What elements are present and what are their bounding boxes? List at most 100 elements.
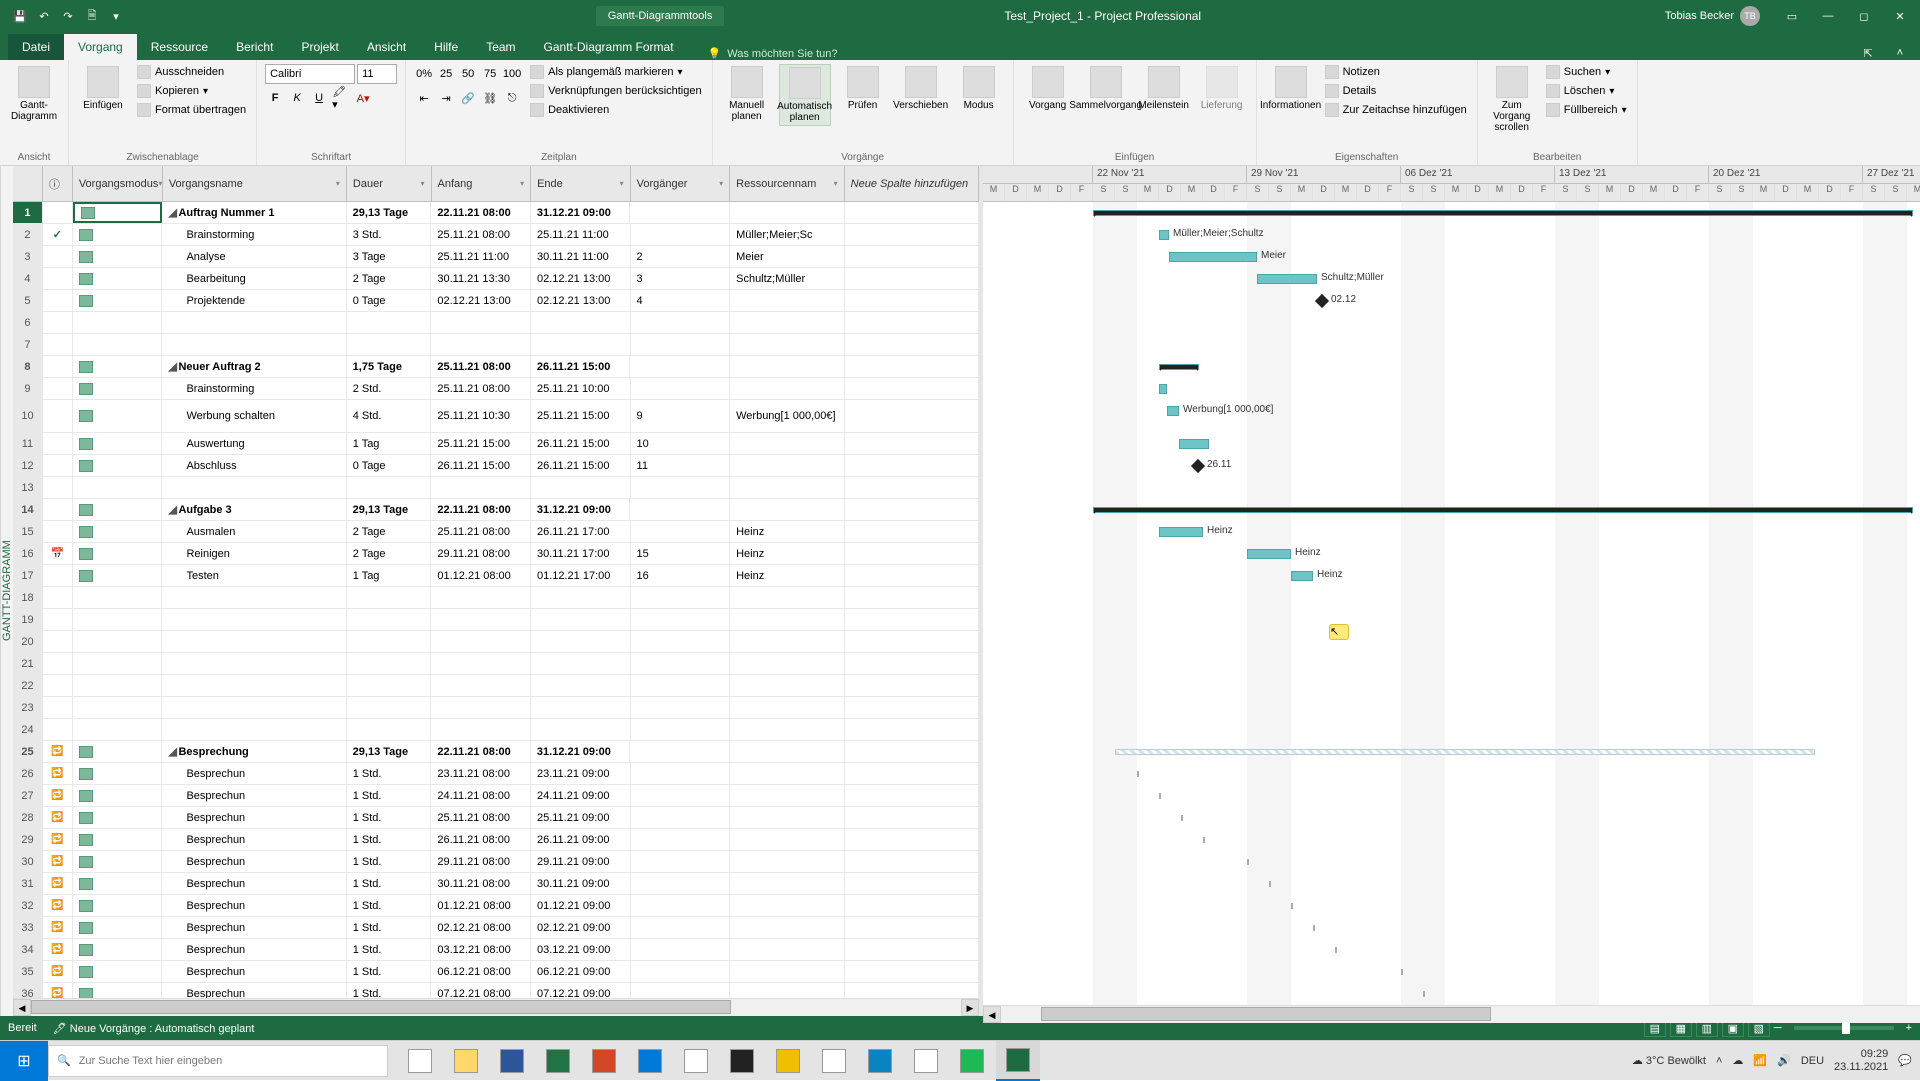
grid-row[interactable]: 28🔁Besprechun1 Std.25.11.21 08:0025.11.2… xyxy=(13,807,979,829)
task-bar[interactable] xyxy=(1291,571,1313,581)
indicator-cell[interactable]: 🔁 xyxy=(43,829,73,850)
duration-cell[interactable] xyxy=(347,697,432,718)
predecessor-cell[interactable] xyxy=(630,356,730,377)
duration-cell[interactable]: 1 Std. xyxy=(347,961,432,982)
col-duration[interactable]: Dauer▾ xyxy=(347,166,432,201)
row-number[interactable]: 19 xyxy=(13,609,43,630)
resource-cell[interactable] xyxy=(730,356,845,377)
end-cell[interactable]: 01.12.21 09:00 xyxy=(531,895,631,916)
grid-row[interactable]: 32🔁Besprechun1 Std.01.12.21 08:0001.12.2… xyxy=(13,895,979,917)
mode-cell[interactable] xyxy=(73,565,163,586)
new-cell[interactable] xyxy=(845,312,979,333)
start-cell[interactable] xyxy=(431,477,531,498)
tray-language[interactable]: DEU xyxy=(1801,1055,1824,1067)
name-cell[interactable] xyxy=(162,477,346,498)
mode-cell[interactable] xyxy=(73,939,163,960)
new-cell[interactable] xyxy=(845,433,979,454)
font-name-input[interactable] xyxy=(265,64,355,84)
name-cell[interactable]: ◢Neuer Auftrag 2 xyxy=(162,356,346,377)
start-cell[interactable]: 06.12.21 08:00 xyxy=(431,961,531,982)
name-cell[interactable]: Bearbeitung xyxy=(162,268,346,289)
row-number[interactable]: 20 xyxy=(13,631,43,652)
row-number[interactable]: 14 xyxy=(13,499,43,520)
new-cell[interactable] xyxy=(845,807,979,828)
row-number[interactable]: 3 xyxy=(13,246,43,267)
gantt-row[interactable] xyxy=(983,961,1920,983)
row-number[interactable]: 29 xyxy=(13,829,43,850)
row-number[interactable]: 23 xyxy=(13,697,43,718)
name-cell[interactable]: Besprechun xyxy=(162,807,346,828)
start-cell[interactable]: 25.11.21 08:00 xyxy=(431,356,531,377)
indicator-cell[interactable]: 🔁 xyxy=(43,741,73,762)
mode-cell[interactable] xyxy=(73,477,163,498)
gantt-row[interactable] xyxy=(983,653,1920,675)
progress-25-button[interactable]: 25 xyxy=(436,64,456,84)
resource-cell[interactable] xyxy=(730,631,845,652)
start-cell[interactable]: 26.11.21 15:00 xyxy=(431,455,531,476)
start-cell[interactable]: 22.11.21 08:00 xyxy=(431,499,531,520)
add-timeline-button[interactable]: Zur Zeitachse hinzufügen xyxy=(1323,102,1469,118)
grid-row[interactable]: 19 xyxy=(13,609,979,631)
new-cell[interactable] xyxy=(845,290,979,311)
resource-cell[interactable] xyxy=(730,829,845,850)
word-app[interactable] xyxy=(490,1041,534,1081)
gantt-row[interactable] xyxy=(983,763,1920,785)
duration-cell[interactable] xyxy=(347,631,432,652)
row-number[interactable]: 12 xyxy=(13,455,43,476)
save-icon[interactable]: 💾 xyxy=(12,8,28,24)
end-cell[interactable]: 31.12.21 09:00 xyxy=(531,741,631,762)
start-cell[interactable] xyxy=(431,312,531,333)
new-cell[interactable] xyxy=(845,785,979,806)
mark-on-track-button[interactable]: Als plangemäß markieren ▾ xyxy=(528,64,704,80)
end-cell[interactable]: 25.11.21 11:00 xyxy=(531,224,631,245)
start-cell[interactable]: 22.11.21 08:00 xyxy=(431,202,531,223)
col-predecessors[interactable]: Vorgänger▾ xyxy=(631,166,731,201)
minimize-icon[interactable]: — xyxy=(1812,4,1844,28)
gantt-row[interactable] xyxy=(983,631,1920,653)
app-yellow[interactable] xyxy=(766,1041,810,1081)
row-number[interactable]: 5 xyxy=(13,290,43,311)
spotify-app[interactable] xyxy=(950,1041,994,1081)
end-cell[interactable]: 01.12.21 17:00 xyxy=(531,565,631,586)
grid-row[interactable]: 24 xyxy=(13,719,979,741)
clear-button[interactable]: Löschen ▾ xyxy=(1544,83,1629,99)
indicator-cell[interactable]: 🔁 xyxy=(43,851,73,872)
collapse-ribbon-icon[interactable]: ˄ xyxy=(1888,47,1912,60)
mode-cell[interactable] xyxy=(73,653,163,674)
copy-button[interactable]: Kopieren ▾ xyxy=(135,83,248,99)
mode-cell[interactable] xyxy=(73,290,163,311)
indent-button[interactable]: ⇥ xyxy=(436,88,456,108)
indicator-cell[interactable] xyxy=(43,290,73,311)
name-cell[interactable]: Werbung schalten xyxy=(162,400,346,432)
indicator-cell[interactable] xyxy=(43,675,73,696)
new-cell[interactable] xyxy=(845,477,979,498)
gantt-row[interactable]: Heinz xyxy=(983,543,1920,565)
new-cell[interactable] xyxy=(845,653,979,674)
milestone-button[interactable]: Meilenstein xyxy=(1138,64,1190,113)
tab-datei[interactable]: Datei xyxy=(8,34,64,60)
tray-clock[interactable]: 09:29 23.11.2021 xyxy=(1834,1048,1888,1072)
tell-me-search[interactable]: 💡 Was möchten Sie tun? xyxy=(708,47,838,60)
new-cell[interactable] xyxy=(845,521,979,542)
tab-hilfe[interactable]: Hilfe xyxy=(420,34,472,60)
name-cell[interactable] xyxy=(162,312,346,333)
explorer-app[interactable] xyxy=(444,1041,488,1081)
duration-cell[interactable]: 1 Std. xyxy=(347,829,432,850)
progress-0-button[interactable]: 0% xyxy=(414,64,434,84)
new-cell[interactable] xyxy=(845,356,979,377)
name-cell[interactable]: Besprechun xyxy=(162,829,346,850)
mode-cell[interactable] xyxy=(73,312,163,333)
find-button[interactable]: Suchen ▾ xyxy=(1544,64,1629,80)
predecessor-cell[interactable] xyxy=(631,983,731,998)
new-cell[interactable] xyxy=(845,829,979,850)
indicator-cell[interactable] xyxy=(43,477,73,498)
start-cell[interactable]: 30.11.21 08:00 xyxy=(431,873,531,894)
new-cell[interactable] xyxy=(845,378,979,399)
task-bar[interactable] xyxy=(1179,439,1209,449)
duration-cell[interactable] xyxy=(347,719,432,740)
grid-row[interactable]: 4Bearbeitung2 Tage30.11.21 13:3002.12.21… xyxy=(13,268,979,290)
scroll-left-icon[interactable]: ◀ xyxy=(13,999,31,1016)
mode-cell[interactable] xyxy=(73,433,163,454)
obs-app[interactable] xyxy=(720,1041,764,1081)
start-cell[interactable] xyxy=(431,334,531,355)
